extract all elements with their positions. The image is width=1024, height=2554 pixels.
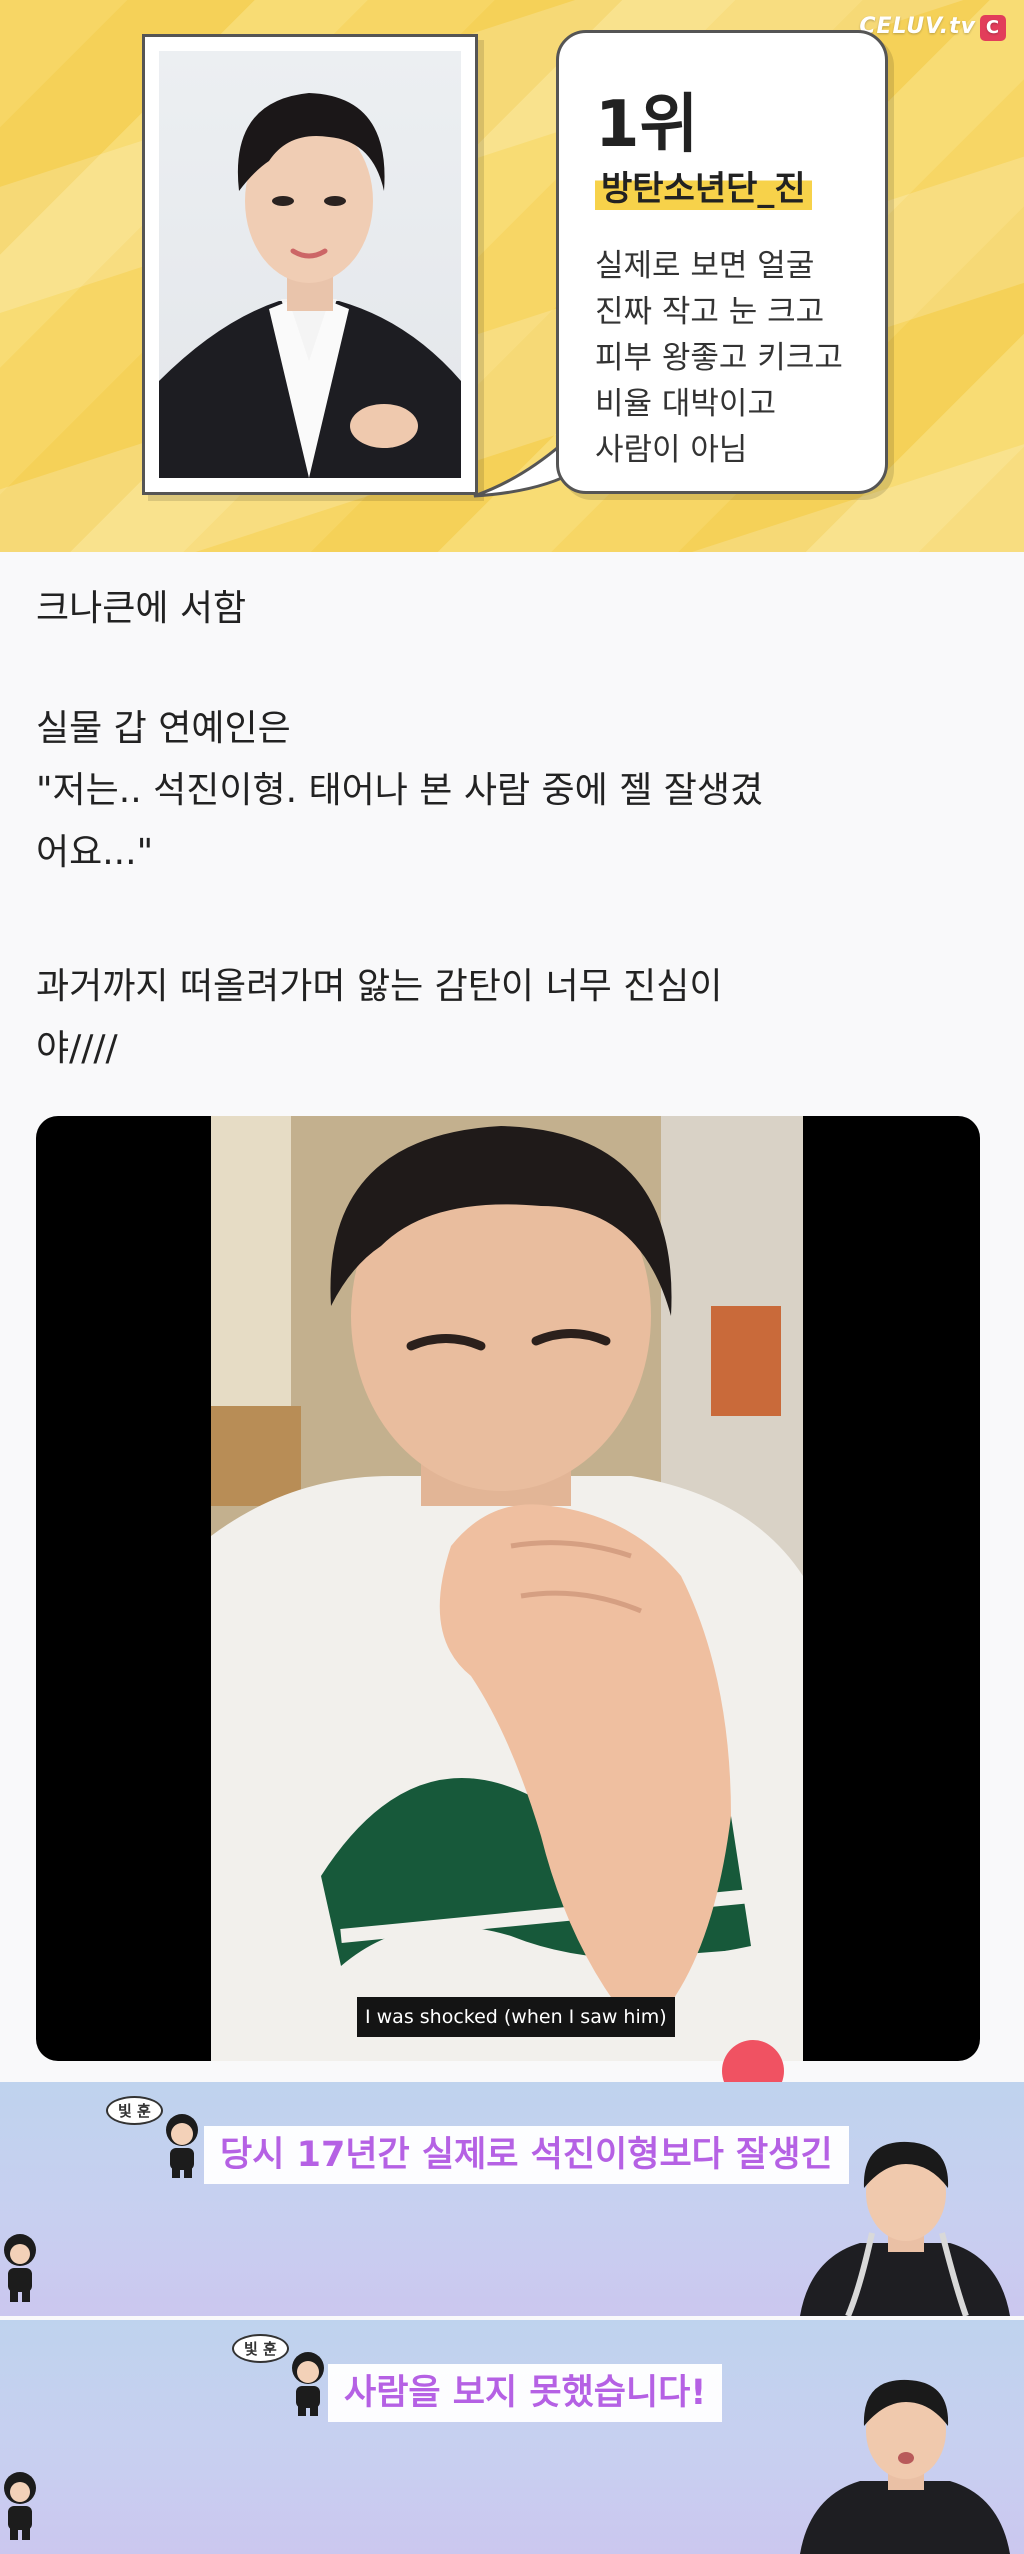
celuv-logo: CELUV.tv C: [859, 14, 1006, 41]
rank-label: 1위: [595, 88, 699, 162]
post-text-line: 실물 갑 연예인은: [36, 708, 291, 749]
video-subtitle: I was shocked (when I saw him): [357, 1997, 675, 2037]
description: 실제로 보면 얼굴 진짜 작고 눈 크고 피부 왕좋고 키크고 비율 대박이고 …: [595, 243, 843, 473]
logo-text: CELUV.tv: [859, 14, 976, 39]
post-text-line: "저는.. 석진이형. 태어나 본 사람 중에 젤 잘생겼: [36, 770, 764, 811]
description-line: 실제로 보면 얼굴: [595, 248, 815, 284]
caption-strip: 빛 훈 사람을 보지 못했습니다!: [0, 2320, 1024, 2554]
speaker-tag: 빛 훈: [232, 2334, 289, 2363]
description-line: 사람이 아님: [595, 432, 748, 468]
speaker-tag: 빛 훈: [106, 2096, 163, 2125]
description-line: 피부 왕좋고 키크고: [595, 340, 843, 376]
chibi-character-icon: [292, 2352, 324, 2416]
caption-text: 당시 17년간 실제로 석진이형보다 잘생긴: [204, 2126, 849, 2184]
video-frame: [211, 1116, 803, 2061]
post-text-line: 어요...": [36, 832, 154, 873]
chibi-character-icon: [4, 2472, 36, 2540]
description-line: 진짜 작고 눈 크고: [595, 294, 825, 330]
chibi-character-icon: [166, 2114, 198, 2178]
presenter-image: [800, 2379, 1010, 2554]
speech-bubble: 1위 방탄소년단_진 실제로 보면 얼굴 진짜 작고 눈 크고 피부 왕좋고 키…: [556, 30, 888, 494]
presenter-image: [800, 2141, 1010, 2316]
chibi-character-icon: [4, 2234, 36, 2302]
caption-text: 사람을 보지 못했습니다!: [328, 2364, 723, 2422]
video-player[interactable]: [36, 1116, 980, 2061]
caption-strip: 빛 훈 당시 17년간 실제로 석진이형보다 잘생긴: [0, 2082, 1024, 2316]
profile-photo: [159, 51, 461, 478]
description-line: 비율 대박이고: [595, 386, 776, 422]
ranking-banner: CELUV.tv C 1위 방탄소년단_진 실제로 보면 얼굴 진짜 작고 눈 …: [0, 0, 1024, 552]
post-text-line: 과거까지 떠올려가며 앓는 감탄이 너무 진심이: [36, 966, 723, 1007]
logo-badge: C: [980, 15, 1006, 41]
post-text-line: 크나큰에 서함: [36, 588, 247, 629]
member-name: 방탄소년단_진: [595, 161, 812, 210]
profile-photo-frame: [142, 34, 478, 495]
post-text-line: 야////: [36, 1028, 118, 1069]
